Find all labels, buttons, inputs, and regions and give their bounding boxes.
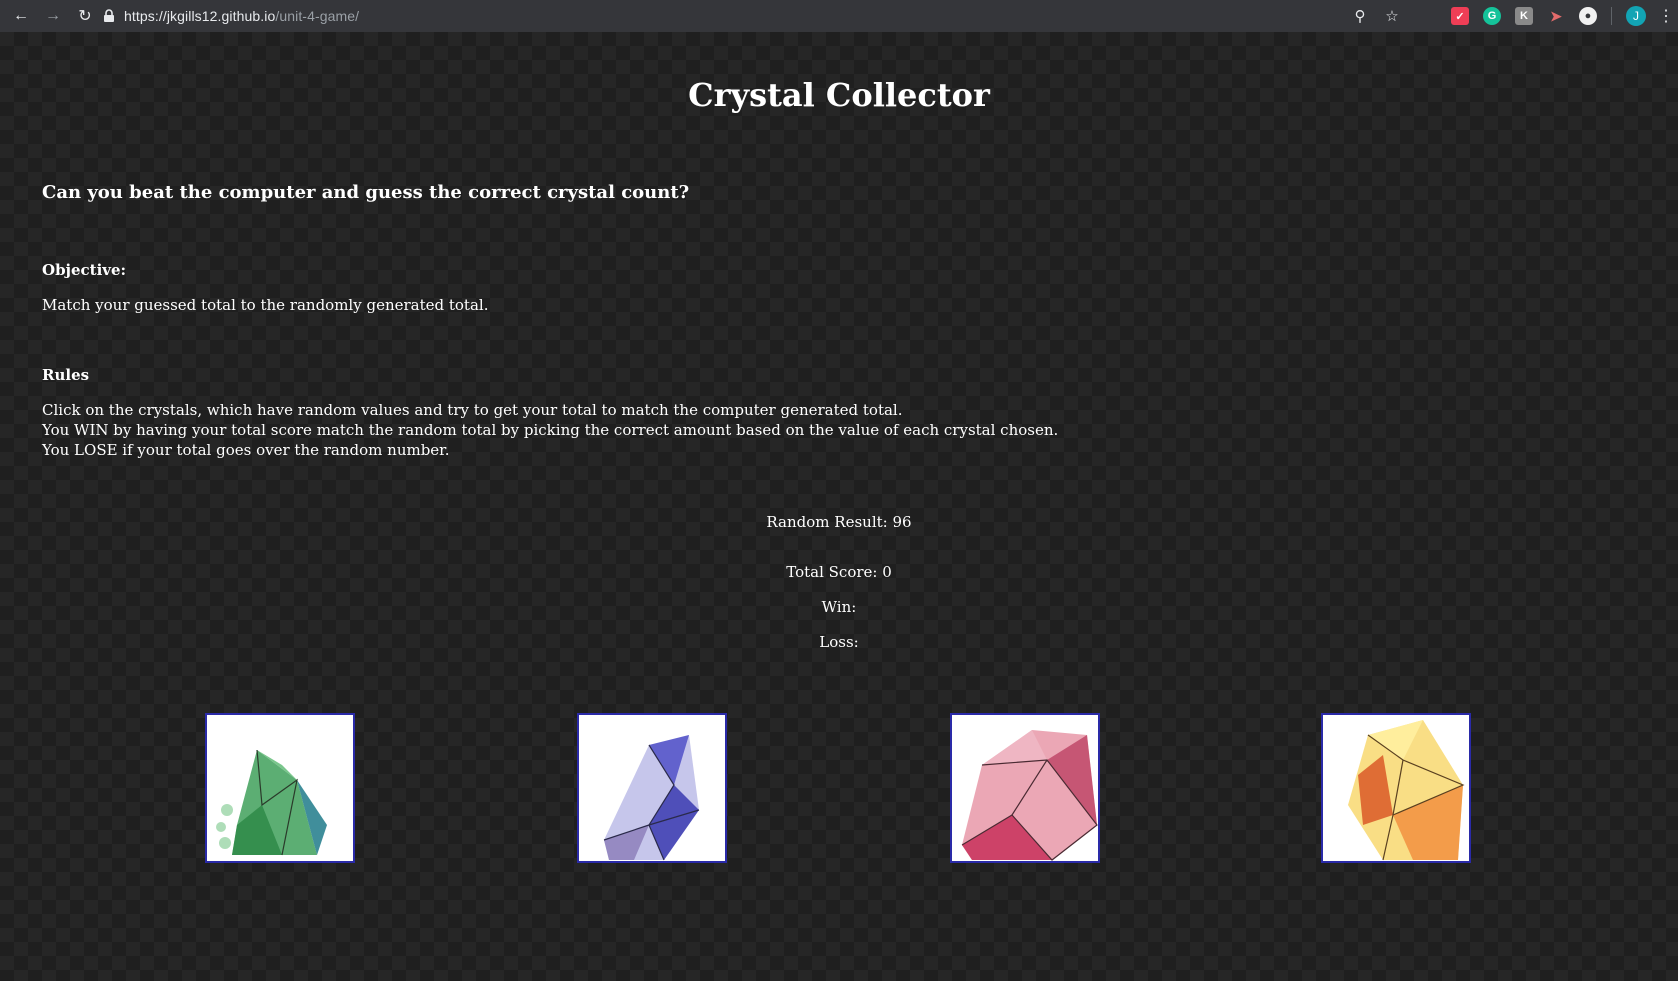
grammarly-extension-icon[interactable]: G xyxy=(1483,7,1501,25)
rule-item: Click on the crystals, which have random… xyxy=(42,401,903,419)
rule-item: You WIN by having your total score match… xyxy=(42,421,1059,439)
back-icon[interactable]: ← xyxy=(10,5,32,27)
page-body: Crystal Collector Can you beat the compu… xyxy=(0,32,1678,981)
loss-count: Loss: xyxy=(819,633,859,651)
url-text: https://jkgills12.github.io/unit-4-game/ xyxy=(124,8,359,24)
objective-text: Match your guessed total to the randomly… xyxy=(42,296,489,314)
win-count: Win: xyxy=(821,598,857,616)
browser-toolbar: ← → ↻ https://jkgills12.github.io/unit-4… xyxy=(0,0,1678,32)
kanji-extension-icon[interactable]: K xyxy=(1515,7,1533,25)
rules-list: Click on the crystals, which have random… xyxy=(42,400,1058,460)
random-result: Random Result: 96 xyxy=(766,513,912,531)
page-title: Crystal Collector xyxy=(688,76,990,114)
menu-icon[interactable]: ⋮ xyxy=(1658,6,1674,26)
lock-icon xyxy=(104,9,114,22)
question-heading: Can you beat the computer and guess the … xyxy=(42,182,690,203)
yellow-crystal-button[interactable] xyxy=(1321,713,1471,863)
star-icon[interactable]: ☆ xyxy=(1382,6,1402,26)
rule-item: You LOSE if your total goes over the ran… xyxy=(42,441,450,459)
total-score: Total Score: 0 xyxy=(786,563,892,581)
pink-crystal-button[interactable] xyxy=(950,713,1100,863)
objective-heading: Objective: xyxy=(42,261,127,279)
reload-icon[interactable]: ↻ xyxy=(74,5,96,27)
flash-extension-icon[interactable]: ➤ xyxy=(1547,7,1565,25)
green-crystal-button[interactable] xyxy=(205,713,355,863)
forward-icon[interactable]: → xyxy=(42,5,64,27)
green-crystal-image xyxy=(216,749,327,856)
yellow-crystal-image xyxy=(1348,720,1465,861)
url-path: /unit-4-game/ xyxy=(275,8,360,24)
profile-avatar[interactable]: J xyxy=(1626,6,1646,26)
circle-extension-icon[interactable]: ● xyxy=(1579,7,1597,25)
pocket-extension-icon[interactable]: ✓ xyxy=(1451,7,1469,25)
zoom-icon[interactable]: ⚲ xyxy=(1350,6,1370,26)
address-bar[interactable]: https://jkgills12.github.io/unit-4-game/… xyxy=(102,5,1402,27)
pink-crystal-image xyxy=(961,730,1098,861)
rules-heading: Rules xyxy=(42,366,90,384)
url-host: https://jkgills12.github.io xyxy=(124,8,276,24)
blue-crystal-image xyxy=(603,735,700,861)
toolbar-divider xyxy=(1611,7,1612,25)
blue-crystal-button[interactable] xyxy=(577,713,727,863)
